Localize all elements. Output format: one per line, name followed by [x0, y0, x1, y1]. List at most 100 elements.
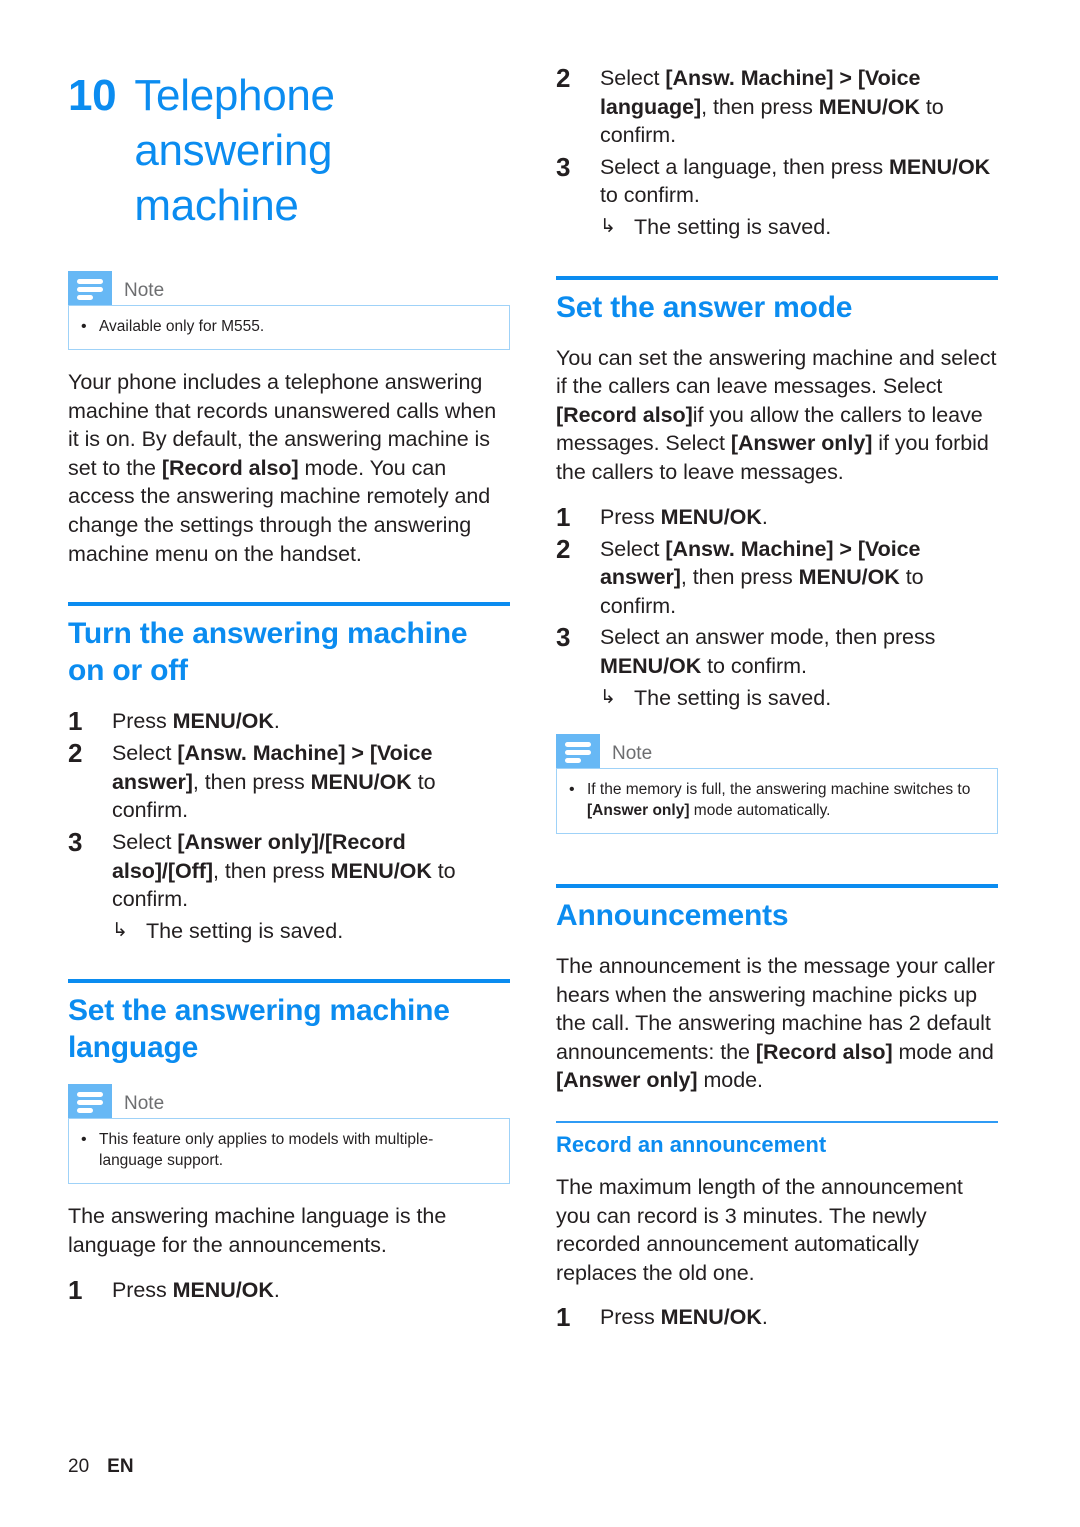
note-label: Note [124, 1093, 165, 1115]
chapter-number: 10 [68, 71, 117, 120]
step-result: ↳ The setting is saved. [600, 213, 998, 242]
two-column-layout: 10 Telephone answering machine Note • Av… [0, 0, 1080, 1527]
note-item-post: mode automatically. [689, 802, 831, 820]
step-item: 2 Select [Answ. Machine] > [Voice langua… [556, 64, 998, 150]
bullet-icon: • [569, 781, 575, 799]
result-arrow-icon: ↳ [600, 215, 616, 237]
step-text: Press MENU/OK. [600, 503, 998, 532]
answer-mode-paragraph-pre: You can set the answering machine and se… [556, 345, 997, 399]
step-text-post: . [273, 709, 280, 734]
answer-mode-bold-1: [Record also] [556, 402, 693, 427]
section-heading: Turn the answering machine on or off [68, 617, 468, 688]
step-item: 2 Select [Answ. Machine] > [Voice answer… [556, 533, 998, 621]
step-text-mid: , then press [701, 94, 819, 119]
note-header: Note [68, 1084, 510, 1119]
bullet-icon: • [81, 318, 87, 335]
step-text-bold: MENU/OK [172, 709, 274, 734]
section-heading: Set the answer mode [556, 290, 853, 324]
step-text-post: to confirm. [701, 653, 807, 678]
step-text: Select [Answ. Machine] > [Voice answer],… [112, 739, 510, 825]
note-icon [68, 271, 112, 305]
section-rule [68, 979, 510, 984]
step-item: 3 Select a language, then press MENU/OK … [556, 151, 998, 210]
note-label: Note [124, 280, 165, 301]
step-number: 2 [556, 63, 571, 93]
step-text-post: . [761, 1305, 768, 1330]
page-footer: 20 EN [68, 1455, 134, 1479]
step-text: Select [Answ. Machine] > [Voice language… [600, 64, 998, 150]
step-text: Press MENU/OK. [112, 707, 510, 736]
step-text-bold: MENU/OK [600, 653, 702, 678]
step-text-pre: Press [600, 1305, 661, 1330]
step-number: 3 [556, 151, 571, 182]
right-column: 2 Select [Answ. Machine] > [Voice langua… [556, 62, 998, 1527]
subsection-heading: Record an announcement [556, 1132, 827, 1158]
note-item-text: This feature only applies to models with… [99, 1131, 434, 1170]
step-number: 2 [556, 533, 571, 564]
step-item: 2 Select [Answ. Machine] > [Voice answer… [68, 739, 510, 825]
step-text-pre: Select [112, 741, 178, 766]
step-text-pre: Select [112, 829, 178, 854]
section-answer-mode: Set the answer mode You can set the answ… [556, 275, 998, 835]
note-box-language: Note • This feature only applies to mode… [68, 1084, 510, 1185]
step-number: 1 [556, 1302, 571, 1333]
announcements-paragraph-post: mode. [697, 1068, 763, 1093]
step-number: 3 [68, 826, 83, 857]
step-result: ↳ The setting is saved. [112, 917, 510, 946]
result-arrow-icon: ↳ [600, 686, 616, 708]
section-heading: Set the answering machine language [68, 994, 450, 1065]
note-label: Note [612, 743, 653, 765]
chapter-title-line-2: answering [134, 126, 333, 175]
section-heading: Announcements [556, 899, 789, 933]
manual-page: 10 Telephone answering machine Note • Av… [0, 0, 1080, 1527]
note-icon [68, 1084, 112, 1119]
step-text-post: . [761, 504, 768, 529]
step-number: 3 [556, 622, 571, 653]
section-rule [68, 602, 510, 607]
step-text: Select an answer mode, then press MENU/O… [600, 623, 998, 680]
step-text: Press MENU/OK. [112, 1276, 510, 1305]
step-list: 1 Press MENU/OK. [68, 1275, 510, 1305]
step-number: 1 [556, 501, 571, 532]
intro-paragraph-bold: [Record also] [161, 455, 299, 480]
note-body: • If the memory is full, the answering m… [556, 768, 998, 835]
section-set-language: Set the answering machine language Note … [68, 979, 510, 1304]
result-text: The setting is saved. [634, 214, 832, 239]
step-text-pre: Select [600, 536, 666, 561]
chapter-title: 10 Telephone answering machine [68, 62, 510, 233]
subsection-record-announcement: Record an announcement The maximum lengt… [556, 1121, 998, 1332]
step-text-pre: Press [600, 504, 661, 529]
language-paragraph: The answering machine language is the la… [68, 1204, 447, 1257]
note-body: • Available only for M555. [68, 305, 510, 350]
continued-step-list: 2 Select [Answ. Machine] > [Voice langua… [556, 64, 998, 242]
step-list: 1 Press MENU/OK. 2 Select [Answ. Machine… [68, 707, 510, 945]
step-text-mid: , then press [212, 858, 331, 883]
footer-language-code: EN [107, 1456, 134, 1477]
step-text-bold2: MENU/OK [330, 858, 432, 883]
step-item: 3 Select an answer mode, then press MENU… [556, 623, 998, 680]
step-text: Select [Answ. Machine] > [Voice answer],… [600, 535, 998, 621]
step-text-post: to confirm. [600, 183, 700, 208]
chapter-title-words: Telephone answering machine [134, 68, 335, 233]
announcements-bold-1: [Record also] [755, 1039, 893, 1064]
section-rule [556, 275, 998, 280]
note-item-text: Available only for M555. [99, 318, 265, 335]
intro-paragraph: Your phone includes a telephone answerin… [68, 368, 510, 568]
answer-mode-bold-2: [Answer only] [730, 431, 873, 456]
step-item: 1 Press MENU/OK. [556, 501, 998, 532]
subsection-rule [556, 1121, 998, 1124]
step-list: 1 Press MENU/OK. [556, 1303, 998, 1332]
step-text-bold2: MENU/OK [818, 94, 920, 119]
section-rule [556, 884, 998, 889]
step-text-bold2: MENU/OK [798, 565, 900, 590]
note-header: Note [68, 271, 510, 305]
note-icon [556, 734, 600, 769]
step-text-mid: , then press [192, 769, 311, 794]
step-number: 1 [68, 706, 83, 737]
note-body: • This feature only applies to models wi… [68, 1118, 510, 1185]
result-arrow-icon: ↳ [112, 919, 128, 941]
note-item-pre: If the memory is full, the answering mac… [587, 781, 971, 799]
note-box-memory-full: Note • If the memory is full, the answer… [556, 734, 998, 835]
step-result: ↳ The setting is saved. [600, 684, 998, 713]
step-text-pre: Press [112, 709, 173, 734]
